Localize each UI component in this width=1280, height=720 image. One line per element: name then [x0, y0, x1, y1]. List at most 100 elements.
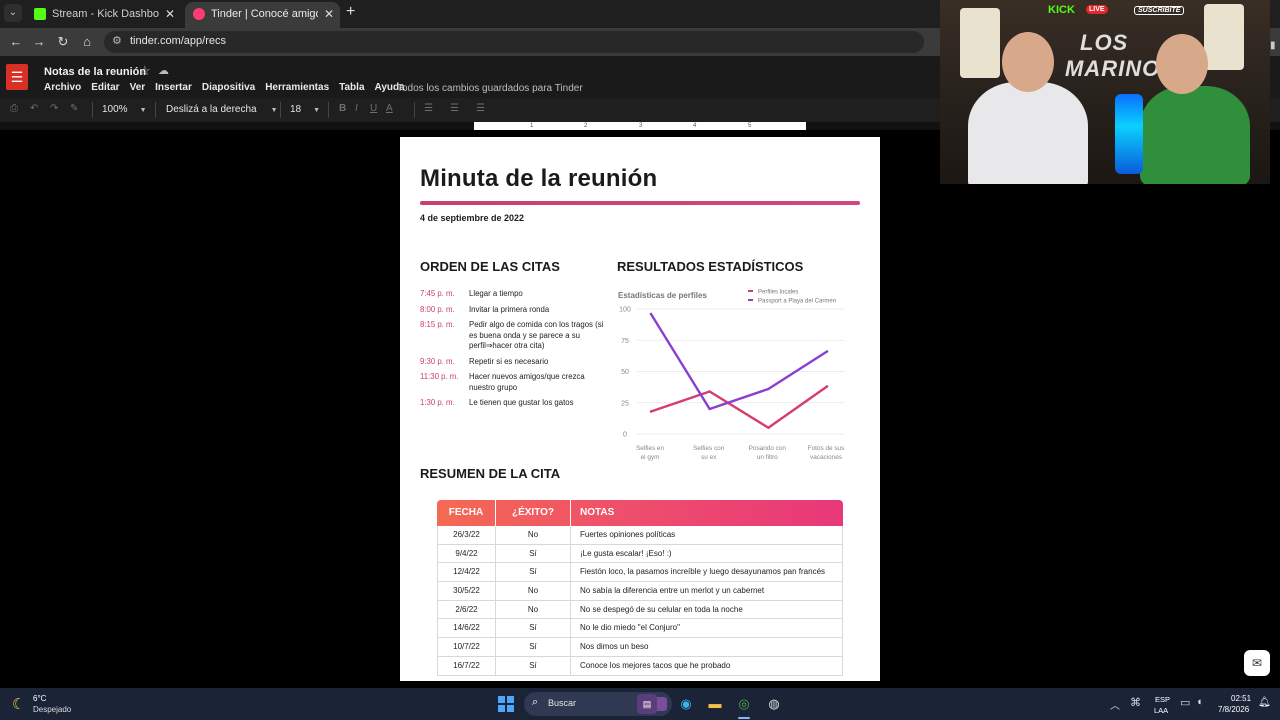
- menu-insertar[interactable]: Insertar: [155, 82, 192, 96]
- subscribe-badge: SUSCRIBITE: [1134, 6, 1185, 15]
- style-value: Deslizá a la derecha: [166, 104, 257, 115]
- cell-exito: Sí: [496, 544, 571, 563]
- x-tick-label: Selfies en: [636, 445, 665, 452]
- cell-notas: Nos dimos un beso: [580, 642, 649, 652]
- weather-temperature[interactable]: 6°C: [33, 694, 46, 703]
- clock-date[interactable]: 7/8/2026: [1218, 705, 1249, 714]
- cell-exito: Sí: [496, 619, 571, 638]
- tab-kick-dashboard[interactable]: Stream - Kick Dashboard ✕: [26, 2, 181, 28]
- search-icon: ⌕: [532, 696, 539, 708]
- align-center-icon[interactable]: ☰: [450, 103, 459, 114]
- forward-icon[interactable]: →: [31, 34, 47, 50]
- back-icon[interactable]: ←: [8, 34, 24, 50]
- tab-title: Tinder | Conocé amigos y gente nueva: [211, 8, 318, 20]
- schedule-time: 8:15 p. m.: [420, 320, 455, 329]
- cell-exito: Sí: [496, 656, 571, 675]
- language-indicator[interactable]: ESP: [1155, 695, 1170, 704]
- zoom-select[interactable]: 100% ▼: [102, 104, 147, 115]
- start-button[interactable]: [498, 696, 514, 712]
- tab-search-dropdown-button[interactable]: ⌄: [4, 4, 22, 22]
- underline-button[interactable]: U: [370, 103, 377, 114]
- italic-button[interactable]: I: [355, 103, 358, 114]
- keyboard-layout-indicator[interactable]: LAA: [1154, 706, 1168, 715]
- menu-archivo[interactable]: Archivo: [44, 82, 81, 96]
- schedule-item: 11:30 p. m. Hacer nuevos amigos/que crez…: [420, 372, 610, 393]
- align-right-icon[interactable]: ☰: [476, 103, 485, 114]
- table-row: 14/6/22 Sí No le dio miedo "el Conjuro": [437, 619, 843, 639]
- series-point: [708, 390, 711, 393]
- chevron-down-icon: ▼: [313, 107, 321, 114]
- clock-time[interactable]: 02:51: [1231, 694, 1251, 703]
- menu-bar: Archivo Editar Ver Insertar Diapositiva …: [44, 82, 415, 96]
- tab-title: Stream - Kick Dashboard: [52, 8, 159, 20]
- reload-icon[interactable]: ↻: [55, 34, 71, 50]
- weather-description[interactable]: Despejado: [33, 705, 71, 714]
- widgets-app-icon[interactable]: ▤: [637, 694, 657, 714]
- address-bar[interactable]: ⚙ tinder.com/app/recs: [104, 31, 924, 53]
- bold-button[interactable]: B: [339, 103, 346, 114]
- cell-fecha: 16/7/22: [438, 656, 496, 675]
- kick-favicon-icon: [34, 8, 46, 20]
- live-badge: LIVE: [1086, 5, 1108, 14]
- text-color-button[interactable]: A: [386, 103, 393, 114]
- x-tick-label: Selfies con: [693, 445, 725, 452]
- comment-float-button[interactable]: ✉: [1244, 650, 1270, 676]
- chevron-up-icon[interactable]: ︿: [1110, 697, 1120, 712]
- align-left-icon[interactable]: ☰: [424, 103, 433, 114]
- windows-logo-icon: [507, 705, 514, 712]
- network-icon[interactable]: ⌘: [1130, 696, 1141, 709]
- tab-tinder[interactable]: Tinder | Conocé amigos y gente nueva ✕: [185, 2, 340, 28]
- notification-bell-icon[interactable]: 🔔︎: [1258, 697, 1271, 708]
- document-title[interactable]: Notas de la reunión: [44, 66, 146, 78]
- redo-icon[interactable]: ↷: [50, 103, 58, 114]
- series-line-1: [649, 385, 829, 429]
- star-icon[interactable]: ☆: [139, 63, 151, 79]
- legend-label: Perfiles locales: [758, 290, 798, 296]
- file-explorer-icon[interactable]: ▬: [705, 694, 725, 714]
- column-header-exito: ¿ÉXITO?: [496, 500, 571, 526]
- undo-icon[interactable]: ↶: [30, 103, 38, 114]
- chevron-down-icon: ▼: [139, 107, 147, 114]
- series-point: [708, 407, 711, 411]
- edge-icon[interactable]: ◉: [676, 694, 696, 714]
- style-select[interactable]: Deslizá a la derecha ▼: [166, 104, 278, 115]
- close-tab-icon[interactable]: ✕: [165, 2, 175, 26]
- cell-notas: No sabía la diferencia entre un merlot y…: [580, 586, 765, 596]
- menu-tabla[interactable]: Tabla: [339, 82, 364, 96]
- tinder-favicon-icon: [193, 8, 205, 20]
- toolbar-divider: [328, 102, 329, 118]
- streamer-right-head: [1156, 34, 1208, 94]
- site-info-icon[interactable]: ⚙: [112, 34, 122, 47]
- font-size-select[interactable]: 18 ▼: [290, 104, 320, 115]
- menu-diapositiva[interactable]: Diapositiva: [202, 82, 255, 96]
- display-icon[interactable]: ▭: [1180, 696, 1190, 709]
- schedule-item: 1:30 p. m. Le tienen que gustar los gato…: [420, 398, 610, 409]
- paint-format-icon[interactable]: ✎: [70, 103, 78, 114]
- close-tab-icon[interactable]: ✕: [324, 2, 334, 26]
- new-tab-button[interactable]: +: [346, 3, 355, 21]
- volume-icon[interactable]: ◖: [1196, 696, 1203, 708]
- chrome-icon[interactable]: ◎: [734, 694, 754, 714]
- home-icon[interactable]: ⌂: [79, 34, 95, 50]
- chevron-down-icon: ▼: [270, 107, 278, 114]
- url-text: tinder.com/app/recs: [130, 35, 226, 47]
- cell-exito: Sí: [496, 563, 571, 582]
- print-icon[interactable]: ⎙: [10, 103, 18, 114]
- menu-herramientas[interactable]: Herramientas: [265, 82, 329, 96]
- section-title-orden: ORDEN DE LAS CITAS: [420, 259, 560, 274]
- windows-logo-icon: [498, 696, 505, 703]
- obs-icon[interactable]: ◍: [764, 694, 784, 714]
- toolbar-divider: [92, 102, 93, 118]
- kick-logo: KICK: [1048, 4, 1075, 16]
- save-status[interactable]: Todos los cambios guardados para Tinder: [397, 83, 583, 94]
- schedule-text: Invitar la primera ronda: [469, 304, 550, 314]
- moon-weather-icon[interactable]: ☾: [12, 695, 25, 713]
- app-menu-icon[interactable]: ☰: [6, 64, 28, 90]
- profile-stats-chart[interactable]: Estadísticas de perfiles Perfiles locales…: [615, 285, 860, 465]
- section-title-resultados: RESULTADOS ESTADÍSTICOS: [617, 259, 804, 274]
- menu-ver[interactable]: Ver: [130, 82, 146, 96]
- series-point: [649, 410, 653, 413]
- slide-page[interactable]: Minuta de la reunión 4 de septiembre de …: [400, 137, 880, 681]
- menu-editar[interactable]: Editar: [91, 82, 119, 96]
- side-panel-icon[interactable]: ▮: [1270, 40, 1280, 54]
